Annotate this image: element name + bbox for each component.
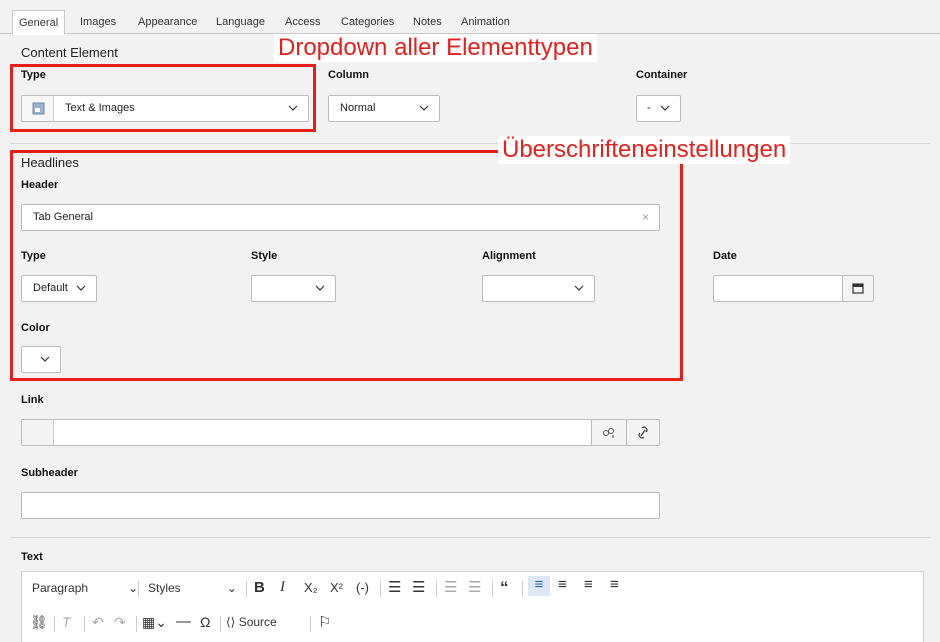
remove-format-icon[interactable]: T [62,614,71,630]
tab-general[interactable]: General [12,10,66,35]
bullet-list-icon[interactable]: ☰ [412,578,425,596]
format-select[interactable]: Paragraph ⌄ [32,581,138,595]
chevron-down-icon [419,96,429,121]
toolbar-separator [522,581,523,597]
toolbar-separator [310,616,311,632]
align-left-icon[interactable]: ≡ [528,576,550,596]
toolbar-separator [246,581,247,597]
toolbar-separator [220,616,221,632]
special-char-icon[interactable]: Ω [200,614,210,630]
subheader-label: Subheader [21,467,78,479]
toolbar-separator [138,581,139,597]
tab-appearance[interactable]: Appearance [138,10,197,34]
annotation-box-type [10,64,316,132]
align-right-icon[interactable]: ≡ [584,576,593,593]
toolbar-separator [492,581,493,597]
tab-categories[interactable]: Categories [341,10,394,34]
outdent-icon[interactable]: ☰ [468,578,481,596]
toolbar-separator [136,616,137,632]
tab-notes[interactable]: Notes [413,10,442,34]
bold-icon[interactable]: B [254,579,265,596]
link-label: Link [21,394,44,406]
section-divider [10,537,930,538]
calendar-button[interactable] [842,275,874,302]
link-browser-button[interactable] [591,419,627,446]
source-label: Source [238,615,277,629]
tab-images[interactable]: Images [80,10,116,34]
column-label: Column [328,69,369,81]
column-value: Normal [340,102,376,114]
annotation-dropdown-label: Dropdown aller Elementtypen [274,34,597,62]
column-select[interactable]: Normal [328,95,440,122]
container-value: - [647,102,651,114]
subscript-icon[interactable]: X₂ [304,580,318,595]
link-input[interactable] [21,419,592,446]
blockquote-icon[interactable]: “ [500,578,509,598]
link-button[interactable] [626,419,660,446]
tab-language[interactable]: Language [216,10,265,34]
undo-icon[interactable]: ↶ [92,614,104,631]
toolbar-separator [380,581,381,597]
annotation-headings-label: Überschrifteneinstellungen [498,136,791,164]
chevron-down-icon [660,96,670,121]
align-justify-icon[interactable]: ≡ [610,576,619,593]
text-label: Text [21,551,43,563]
date-input[interactable] [713,275,843,302]
format-value: Paragraph [32,581,89,595]
chevron-down-icon: ⌄ [128,581,139,595]
container-label: Container [636,69,688,81]
link-icon [636,426,650,449]
rte-toolbar: Paragraph ⌄ Styles ⌄ B I X₂ X² (-) ☰ ☰ ☰ ☰… [21,571,924,642]
numbered-list-icon[interactable]: ☰ [388,578,401,596]
link-icon[interactable]: ⛓ [30,614,48,631]
annotation-box-headlines [10,150,683,381]
container-select[interactable]: - [636,95,681,122]
styles-select[interactable]: Styles ⌄ [148,581,237,595]
link-prefix [22,420,54,445]
toolbar-separator [54,616,55,632]
calendar-icon [852,283,864,305]
redo-icon[interactable]: ↷ [114,614,126,631]
horizontal-line-icon[interactable]: — [176,613,191,630]
source-button[interactable]: ⟨⟩ Source [226,615,277,629]
superscript-icon[interactable]: X² [330,580,343,595]
flag-icon[interactable]: ⚐ [318,613,331,631]
table-icon[interactable]: ▦⌄ [142,614,167,631]
styles-value: Styles [148,581,181,595]
date-label: Date [713,250,737,262]
section-divider [10,143,930,144]
toolbar-separator [84,616,85,632]
indent-icon[interactable]: ☰ [444,578,457,596]
tab-animation[interactable]: Animation [461,10,510,34]
link-browser-icon [601,428,617,449]
soft-hyphen-icon[interactable]: (-) [356,580,369,595]
source-icon: ⟨⟩ [226,615,239,629]
toolbar-separator [436,581,437,597]
italic-icon[interactable]: I [280,579,285,596]
tab-bar: General Images Appearance Language Acces… [0,10,940,35]
content-element-title: Content Element [21,45,118,60]
subheader-input[interactable] [21,492,660,519]
tab-access[interactable]: Access [285,10,320,34]
chevron-down-icon: ⌄ [226,581,237,595]
align-center-icon[interactable]: ≡ [558,576,567,593]
